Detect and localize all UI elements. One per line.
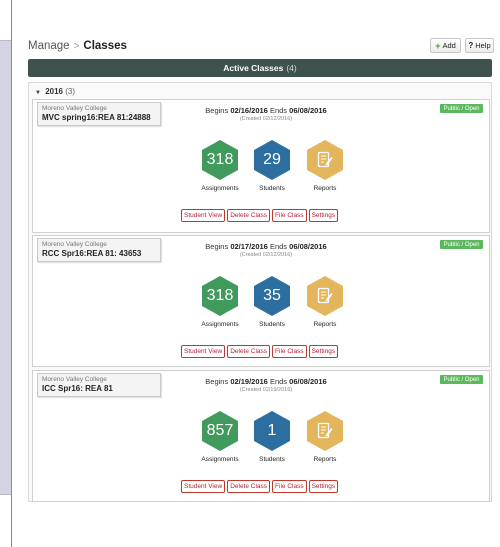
- report-document-pencil-icon: [317, 287, 333, 304]
- begins-date: 02/19/2016: [230, 377, 268, 386]
- students-label: Students: [259, 456, 285, 463]
- ends-label: Ends: [269, 106, 288, 115]
- reports-stat[interactable]: Reports: [295, 140, 355, 192]
- assignments-stat[interactable]: 318 Assignments: [190, 140, 250, 192]
- caret-down-icon: ▼: [35, 90, 41, 96]
- begins-label: Begins: [205, 106, 229, 115]
- class-actions: Student View Delete Class File Class Set…: [181, 209, 339, 222]
- add-button[interactable]: + Add: [430, 38, 461, 53]
- students-stat[interactable]: 1 Students: [242, 411, 302, 463]
- status-badge: Public / Open: [440, 375, 483, 384]
- class-actions: Student View Delete Class File Class Set…: [181, 480, 339, 493]
- delete-class-button[interactable]: Delete Class: [227, 209, 271, 222]
- begins-date: 02/17/2016: [230, 242, 268, 251]
- begins-label: Begins: [205, 377, 229, 386]
- students-label: Students: [259, 321, 285, 328]
- ends-date: 06/08/2016: [289, 242, 327, 251]
- assignments-hexagon[interactable]: 857: [202, 411, 238, 451]
- assignments-hexagon[interactable]: 318: [202, 140, 238, 180]
- ends-label: Ends: [269, 242, 288, 251]
- class-card: Moreno Valley College MVC spring16:REA 8…: [32, 99, 490, 233]
- delete-class-button[interactable]: Delete Class: [227, 480, 271, 493]
- file-class-button[interactable]: File Class: [272, 345, 307, 358]
- classes-container: ▼ 2016 (3) Moreno Valley College MVC spr…: [28, 82, 492, 502]
- add-button-label: Add: [442, 41, 456, 50]
- class-card: Moreno Valley College ICC Spr16: REA 81 …: [32, 370, 490, 502]
- file-class-button[interactable]: File Class: [272, 209, 307, 222]
- assignments-stat[interactable]: 857 Assignments: [190, 411, 250, 463]
- breadcrumb-separator: >: [73, 41, 80, 52]
- assignments-label: Assignments: [201, 321, 239, 328]
- page-header: Manage > Classes + Add ? Help: [28, 38, 494, 56]
- students-hexagon[interactable]: 35: [254, 276, 290, 316]
- class-actions: Student View Delete Class File Class Set…: [181, 345, 339, 358]
- reports-hexagon[interactable]: [307, 411, 343, 451]
- assignments-label: Assignments: [201, 456, 239, 463]
- year-count: (3): [65, 87, 75, 96]
- reports-label: Reports: [313, 456, 337, 463]
- reports-hexagon[interactable]: [307, 140, 343, 180]
- assignments-label: Assignments: [201, 185, 239, 192]
- help-button-label: Help: [475, 41, 491, 50]
- class-dates: Begins 02/19/2016 Ends 06/08/2016: [33, 377, 491, 386]
- reports-hexagon[interactable]: [307, 276, 343, 316]
- settings-button[interactable]: Settings: [308, 345, 339, 358]
- question-mark-icon: ?: [468, 41, 474, 50]
- settings-button[interactable]: Settings: [308, 209, 339, 222]
- reports-stat[interactable]: Reports: [295, 276, 355, 328]
- students-hexagon[interactable]: 29: [254, 140, 290, 180]
- report-document-pencil-icon: [317, 151, 333, 168]
- reports-stat[interactable]: Reports: [295, 411, 355, 463]
- status-badge: Public / Open: [440, 104, 483, 113]
- ends-date: 06/08/2016: [289, 377, 327, 386]
- students-stat[interactable]: 35 Students: [242, 276, 302, 328]
- breadcrumb-manage-link[interactable]: Manage: [28, 40, 70, 52]
- settings-button[interactable]: Settings: [308, 480, 339, 493]
- file-class-button[interactable]: File Class: [272, 480, 307, 493]
- created-date: (Created 02/19/2016): [239, 387, 293, 393]
- report-document-pencil-icon: [317, 422, 333, 439]
- student-view-button[interactable]: Student View: [181, 345, 226, 358]
- help-button[interactable]: ? Help: [465, 38, 494, 53]
- status-badge: Public / Open: [440, 240, 483, 249]
- created-date: (Created 02/12/2016): [239, 116, 293, 122]
- ends-date: 06/08/2016: [289, 106, 327, 115]
- begins-label: Begins: [205, 242, 229, 251]
- plus-icon: +: [435, 40, 441, 51]
- student-view-button[interactable]: Student View: [181, 480, 226, 493]
- created-date: (Created 02/12/2016): [239, 252, 293, 258]
- active-classes-title: Active Classes: [223, 63, 284, 73]
- students-stat[interactable]: 29 Students: [242, 140, 302, 192]
- students-label: Students: [259, 185, 285, 192]
- students-hexagon[interactable]: 1: [254, 411, 290, 451]
- page-title: Classes: [83, 40, 127, 52]
- breadcrumb: Manage > Classes: [28, 40, 127, 52]
- student-view-button[interactable]: Student View: [181, 209, 226, 222]
- active-classes-bar[interactable]: Active Classes (4): [28, 59, 492, 77]
- year-label: 2016: [45, 87, 63, 96]
- ends-label: Ends: [269, 377, 288, 386]
- reports-label: Reports: [313, 185, 337, 192]
- class-card: Moreno Valley College RCC Spr16:REA 81: …: [32, 235, 490, 367]
- active-classes-count: (4): [286, 63, 297, 73]
- begins-date: 02/16/2016: [230, 106, 268, 115]
- delete-class-button[interactable]: Delete Class: [227, 345, 271, 358]
- year-group-toggle[interactable]: ▼ 2016 (3): [35, 87, 75, 96]
- assignments-stat[interactable]: 318 Assignments: [190, 276, 250, 328]
- reports-label: Reports: [313, 321, 337, 328]
- assignments-hexagon[interactable]: 318: [202, 276, 238, 316]
- class-dates: Begins 02/16/2016 Ends 06/08/2016: [33, 106, 491, 115]
- class-dates: Begins 02/17/2016 Ends 06/08/2016: [33, 242, 491, 251]
